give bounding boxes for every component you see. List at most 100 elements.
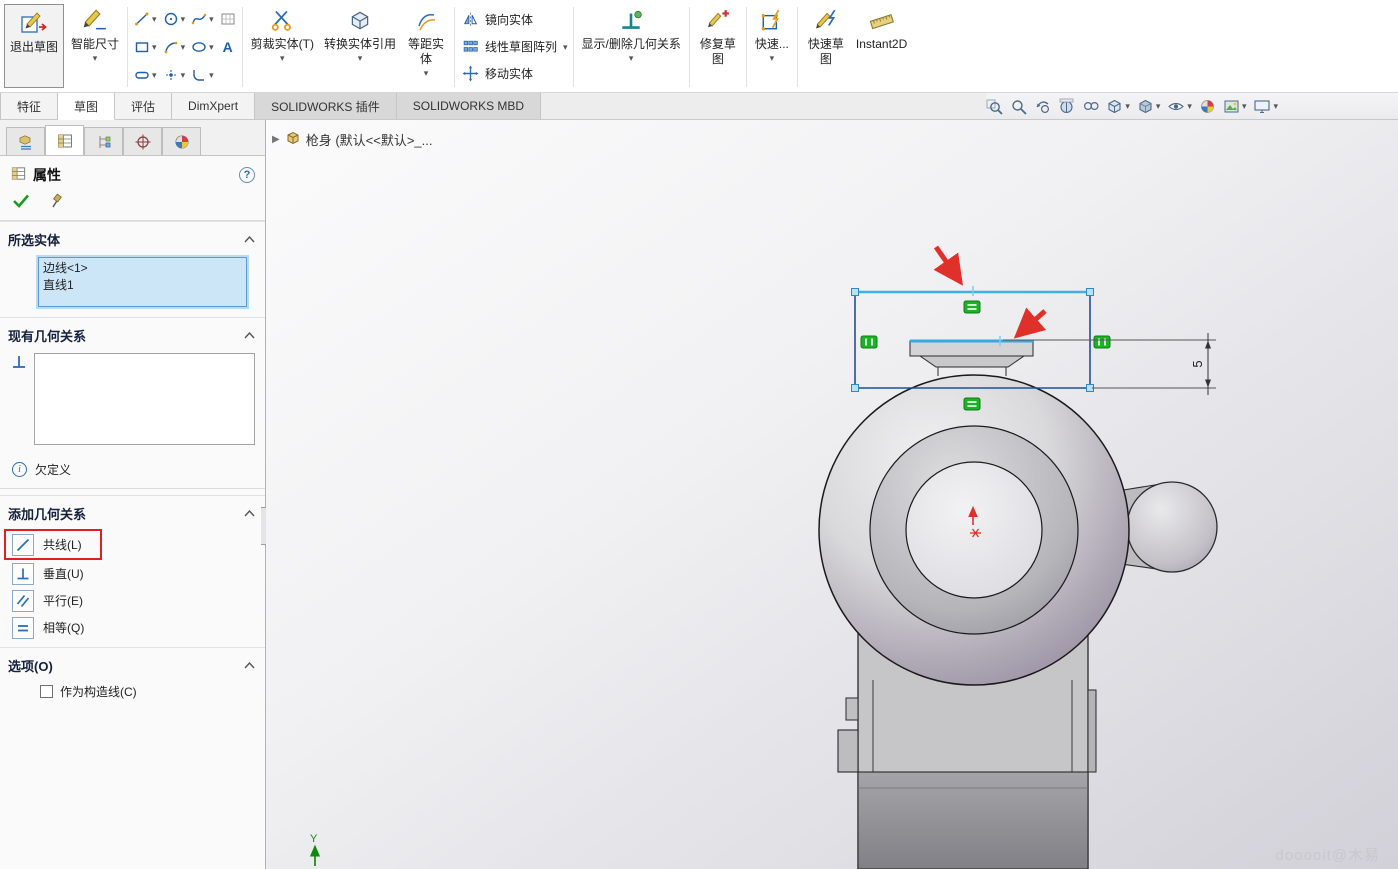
hide-show-items-button[interactable]: ▾ — [1167, 98, 1192, 115]
dropdown-arrow-icon[interactable]: ▾ — [152, 15, 157, 24]
relation-marker-right[interactable] — [1094, 336, 1110, 348]
repair-sketch-button[interactable]: 修复草图 — [693, 2, 743, 92]
rapid-sketch-button[interactable]: 快速草图 — [801, 2, 851, 92]
trim-entities-label: 剪裁实体(T) — [251, 37, 314, 52]
view-orientation-button[interactable]: ▾ — [1106, 98, 1130, 115]
move-entities-button[interactable]: 移动实体 — [458, 60, 561, 87]
parallel-button[interactable]: 平行(E) — [6, 587, 265, 614]
display-delete-relations-button[interactable]: 显示/删除几何关系 ▾ — [577, 2, 686, 92]
dropdown-arrow-icon[interactable]: ▾ — [209, 43, 214, 52]
tab-displaymanager[interactable] — [162, 127, 201, 155]
instant2d-button[interactable]: Instant2D — [851, 2, 912, 92]
apply-scene-button[interactable]: ▾ — [1223, 98, 1247, 115]
point-tool-button[interactable]: ▾ — [160, 61, 188, 89]
construction-line-checkbox[interactable] — [40, 685, 53, 698]
dropdown-arrow-icon[interactable]: ▾ — [1242, 102, 1247, 111]
tab-sketch[interactable]: 草图 — [58, 93, 115, 120]
section-view-button[interactable] — [1058, 98, 1075, 115]
selected-entity-item[interactable]: 边线<1> — [43, 260, 242, 277]
tab-featuremanager[interactable] — [6, 127, 45, 155]
quick-snaps-button[interactable]: 快速... ▾ — [750, 2, 794, 92]
tab-features[interactable]: 特征 — [0, 93, 58, 119]
tab-propertymanager[interactable] — [45, 125, 84, 155]
dropdown-arrow-icon[interactable]: ▾ — [209, 71, 214, 80]
tab-dimxpert[interactable]: DimXpert — [172, 93, 255, 119]
collapse-chevron-icon[interactable] — [244, 236, 255, 243]
tab-configurationmanager[interactable] — [84, 127, 123, 155]
dropdown-arrow-icon[interactable]: ▾ — [1125, 102, 1130, 111]
collapse-chevron-icon[interactable] — [244, 662, 255, 669]
dropdown-arrow-icon[interactable]: ▾ — [93, 54, 98, 63]
previous-view-button[interactable] — [1034, 98, 1051, 115]
perpendicular-button[interactable]: 垂直(U) — [6, 560, 265, 587]
dropdown-arrow-icon[interactable]: ▾ — [629, 54, 634, 63]
selected-entity-item[interactable]: 直线1 — [43, 277, 242, 294]
convert-entities-button[interactable]: 转换实体引用 ▾ — [319, 2, 401, 92]
options-header[interactable]: 选项(O) — [0, 647, 265, 679]
tab-dimxpertmanager[interactable] — [123, 127, 162, 155]
rectangle-tool-button[interactable]: ▾ — [131, 33, 159, 61]
sight-rail[interactable] — [910, 336, 1033, 376]
ok-button[interactable] — [12, 193, 30, 212]
display-style-button[interactable]: ▾ — [1137, 98, 1161, 115]
tab-solidworks-mbd[interactable]: SOLIDWORKS MBD — [397, 93, 541, 119]
linear-sketch-pattern-button[interactable]: 线性草图阵列 — [458, 33, 561, 60]
trim-entities-button[interactable]: 剪裁实体(T) ▾ — [246, 2, 319, 92]
graphics-area[interactable]: 5 Y ▶ 枪身 (默认<<默认>_... dooooit@木易 — [266, 120, 1398, 869]
smart-dimension-icon — [82, 5, 108, 35]
tab-solidworks-addins[interactable]: SOLIDWORKS 插件 — [255, 93, 397, 119]
flyout-expand-icon[interactable]: ▶ — [272, 134, 280, 145]
mirror-entities-button[interactable]: 镜向实体 — [458, 6, 561, 33]
dropdown-arrow-icon[interactable]: ▾ — [280, 54, 285, 63]
selected-entities-list[interactable]: 边线<1> 直线1 — [38, 257, 247, 307]
sketch-text-button[interactable]: A — [217, 33, 239, 61]
dropdown-arrow-icon[interactable]: ▾ — [424, 69, 429, 78]
edit-appearance-button[interactable] — [1199, 98, 1216, 115]
dropdown-arrow-icon[interactable]: ▾ — [358, 54, 363, 63]
collapse-chevron-icon[interactable] — [244, 510, 255, 517]
zoom-area-button[interactable] — [1010, 98, 1027, 115]
smart-dimension-button[interactable]: 智能尺寸 ▾ — [66, 2, 124, 92]
add-relations-header[interactable]: 添加几何关系 — [0, 495, 265, 527]
repair-sketch-label: 修复草图 — [698, 37, 738, 67]
dropdown-arrow-icon[interactable]: ▾ — [1273, 102, 1278, 111]
dropdown-arrow-icon[interactable]: ▾ — [181, 71, 186, 80]
offset-entities-button[interactable]: 等距实体 ▾ — [401, 2, 451, 92]
arc-tool-button[interactable]: ▾ — [160, 33, 188, 61]
zoom-fit-button[interactable] — [986, 98, 1003, 115]
slot-tool-button[interactable]: ▾ — [131, 61, 159, 89]
dropdown-arrow-icon[interactable]: ▾ — [770, 54, 775, 63]
dropdown-arrow-icon[interactable]: ▾ — [1187, 102, 1192, 111]
relation-marker-bottom[interactable] — [964, 398, 980, 410]
view-settings-button[interactable]: ▾ — [1253, 98, 1278, 115]
pin-button[interactable] — [50, 193, 65, 212]
tab-evaluate[interactable]: 评估 — [115, 93, 172, 119]
dropdown-arrow-icon[interactable]: ▾ — [209, 15, 214, 24]
relation-marker-left[interactable] — [861, 336, 877, 348]
construction-line-checkbox-row[interactable]: 作为构造线(C) — [0, 679, 265, 700]
line-tool-button[interactable]: ▾ — [131, 5, 159, 33]
relation-marker-top[interactable] — [964, 301, 980, 313]
existing-relations-list[interactable] — [34, 353, 255, 445]
sketch-picture-button[interactable] — [217, 5, 239, 33]
dropdown-arrow-icon[interactable]: ▾ — [152, 43, 157, 52]
spline-tool-button[interactable]: ▾ — [188, 5, 216, 33]
dropdown-arrow-icon[interactable]: ▾ — [181, 15, 186, 24]
selected-entities-header[interactable]: 所选实体 — [0, 221, 265, 253]
dropdown-arrow-icon[interactable]: ▾ — [152, 71, 157, 80]
text-tool-icon: A — [219, 38, 237, 56]
existing-relations-header[interactable]: 现有几何关系 — [0, 317, 265, 349]
dropdown-arrow-icon[interactable]: ▾ — [1156, 102, 1161, 111]
equal-button[interactable]: 相等(Q) — [6, 614, 265, 641]
breadcrumb[interactable]: ▶ 枪身 (默认<<默认>_... — [272, 130, 433, 149]
ellipse-tool-button[interactable]: ▾ — [188, 33, 216, 61]
help-icon[interactable]: ? — [239, 167, 255, 183]
dropdown-arrow-icon[interactable]: ▾ — [181, 43, 186, 52]
fillet-tool-button[interactable]: ▾ — [188, 61, 216, 89]
circle-tool-button[interactable]: ▾ — [160, 5, 188, 33]
collapse-chevron-icon[interactable] — [244, 332, 255, 339]
magnifying-glass-button[interactable] — [1082, 98, 1099, 115]
collinear-button[interactable]: 共线(L) — [6, 531, 88, 558]
exit-sketch-button[interactable]: 退出草图 — [4, 4, 64, 88]
dropdown-arrow-icon[interactable]: ▾ — [563, 43, 568, 52]
